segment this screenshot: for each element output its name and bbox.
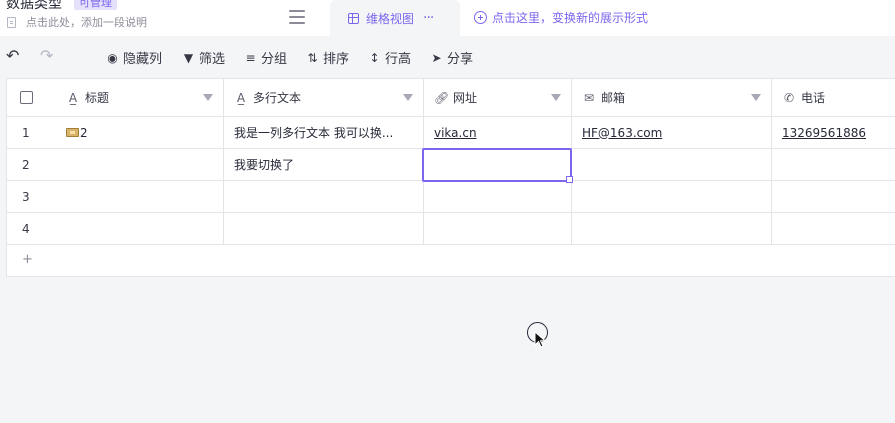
email-cell[interactable] xyxy=(572,181,772,212)
row-number: 4 xyxy=(22,221,30,236)
chevron-down-icon[interactable] xyxy=(203,94,213,101)
filter-button[interactable]: ▼ 筛选 xyxy=(182,48,226,68)
group-label: 分组 xyxy=(261,52,288,67)
phone-cell[interactable] xyxy=(772,181,895,212)
add-circle-icon xyxy=(474,11,487,24)
grid-view-icon xyxy=(348,12,359,24)
table-row[interactable]: 3 xyxy=(7,181,895,213)
row-number: 2 xyxy=(22,157,30,172)
add-view-button[interactable]: 点击这里，变换新的展示形式 xyxy=(474,9,648,26)
group-button[interactable]: ≡ 分组 xyxy=(244,48,288,68)
row-height-label: 行高 xyxy=(385,52,412,67)
active-cell-outline[interactable] xyxy=(422,148,572,182)
title-cell-text: 2 xyxy=(80,125,88,140)
description-field[interactable]: 点击此处，添加一段说明 xyxy=(7,14,147,30)
share-button[interactable]: ➤ 分享 xyxy=(430,48,474,68)
column-header-phone[interactable]: ✆ 电话 xyxy=(772,79,895,116)
title-cell[interactable]: 2 xyxy=(56,117,224,148)
phone-icon: ✆ xyxy=(783,90,795,105)
phone-cell[interactable] xyxy=(772,149,895,180)
chevron-down-icon[interactable] xyxy=(551,94,561,101)
phone-cell[interactable] xyxy=(772,213,895,244)
select-all-checkbox[interactable] xyxy=(20,91,33,104)
column-header-label: 电话 xyxy=(801,91,826,105)
sort-icon: ⇅ xyxy=(307,50,318,65)
text-field-icon: A̲ xyxy=(236,90,246,105)
phone-cell[interactable]: 13269561886 xyxy=(772,117,895,148)
email-cell[interactable] xyxy=(572,149,772,180)
toolbar: ↶ ↷ ◉ 隐藏列 ▼ 筛选 ≡ 分组 ⇅ 排序 ↕ 行高 ➤ 分享 xyxy=(0,36,895,78)
table-row[interactable]: 4 xyxy=(7,213,895,245)
url-cell[interactable]: vika.cn xyxy=(424,117,572,148)
send-icon: ➤ xyxy=(431,50,442,65)
row-number: 3 xyxy=(22,189,30,204)
mail-icon: ✉ xyxy=(583,90,595,105)
column-header-label: 多行文本 xyxy=(253,91,302,105)
fill-handle[interactable] xyxy=(566,176,573,183)
header-row: A̲ 标题 A̲ 多行文本 🔗︎ 网址 ✉ 邮箱 ✆ 电话 xyxy=(7,79,895,117)
row-height-button[interactable]: ↕ 行高 xyxy=(368,48,412,68)
more-icon[interactable]: ··· xyxy=(423,10,434,26)
column-header-label: 邮箱 xyxy=(601,91,626,105)
add-view-label: 点击这里，变换新的展示形式 xyxy=(492,11,649,25)
column-header-email[interactable]: ✉ 邮箱 xyxy=(572,79,772,116)
tab-grid-view-label: 维格视图 xyxy=(366,11,415,26)
sort-label: 排序 xyxy=(323,52,350,67)
url-cell[interactable] xyxy=(424,181,572,212)
title-cell[interactable] xyxy=(56,181,224,212)
row-number: 1 xyxy=(22,125,30,140)
add-row[interactable]: + xyxy=(7,245,895,277)
hide-columns-label: 隐藏列 xyxy=(123,52,163,67)
multiline-cell[interactable]: 我要切换了 xyxy=(224,149,424,180)
table-row[interactable]: 1 2 我是一列多行文本 我可以换... vika.cn HF@163.com … xyxy=(7,117,895,149)
text-field-icon: A̲ xyxy=(68,90,78,105)
column-header-title[interactable]: A̲ 标题 xyxy=(56,79,224,116)
title-cell[interactable] xyxy=(56,213,224,244)
multiline-cell[interactable] xyxy=(224,213,424,244)
tab-grid-view[interactable]: 维格视图 ··· xyxy=(330,0,460,36)
add-row-icon[interactable]: + xyxy=(22,252,33,267)
row-height-icon: ↕ xyxy=(369,50,380,65)
select-all-cell xyxy=(7,79,56,116)
eye-icon: ◉ xyxy=(107,50,118,65)
menu-icon[interactable] xyxy=(289,10,305,24)
ticket-icon xyxy=(66,128,79,137)
redo-icon[interactable]: ↷ xyxy=(40,48,53,64)
chevron-down-icon[interactable] xyxy=(403,94,413,101)
document-icon xyxy=(7,16,16,28)
mouse-cursor-icon xyxy=(534,331,547,348)
multiline-cell[interactable]: 我是一列多行文本 我可以换... xyxy=(224,117,424,148)
chevron-down-icon[interactable] xyxy=(751,94,761,101)
sheet-header: 数据类型 可管理 点击此处，添加一段说明 维格视图 ··· 点击这里，变换新的展… xyxy=(0,0,895,36)
column-header-label: 标题 xyxy=(85,91,110,105)
email-cell[interactable] xyxy=(572,213,772,244)
undo-icon[interactable]: ↶ xyxy=(6,48,19,64)
column-header-label: 网址 xyxy=(453,91,478,105)
url-cell[interactable] xyxy=(424,213,572,244)
email-cell[interactable]: HF@163.com xyxy=(572,117,772,148)
link-icon: 🔗︎ xyxy=(434,90,450,105)
title-cell[interactable] xyxy=(56,149,224,180)
column-header-url[interactable]: 🔗︎ 网址 xyxy=(424,79,572,116)
group-icon: ≡ xyxy=(245,50,256,65)
column-header-multiline[interactable]: A̲ 多行文本 xyxy=(224,79,424,116)
hide-columns-button[interactable]: ◉ 隐藏列 xyxy=(106,48,163,68)
sort-button[interactable]: ⇅ 排序 xyxy=(306,48,350,68)
share-label: 分享 xyxy=(447,52,474,67)
permission-badge: 可管理 xyxy=(74,0,117,10)
filter-label: 筛选 xyxy=(199,52,226,67)
sheet-title[interactable]: 数据类型 xyxy=(6,0,62,13)
filter-icon: ▼ xyxy=(183,50,194,65)
multiline-cell[interactable] xyxy=(224,181,424,212)
description-placeholder: 点击此处，添加一段说明 xyxy=(26,16,147,29)
